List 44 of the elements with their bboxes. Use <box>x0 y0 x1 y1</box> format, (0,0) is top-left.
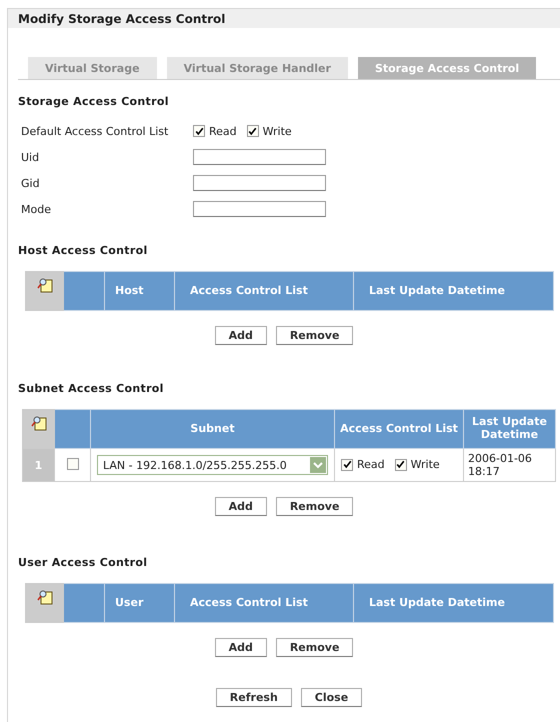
checkbox[interactable] <box>341 458 353 470</box>
field-label: Mode <box>21 202 52 216</box>
field-label: Uid <box>21 150 40 164</box>
checkbox-label: Read <box>357 458 385 471</box>
text-field[interactable] <box>193 149 326 165</box>
column-header: Host <box>115 284 144 297</box>
section-heading: Storage Access Control <box>18 95 170 108</box>
checkbox-label: Write <box>262 124 292 138</box>
search-note-icon[interactable] <box>36 277 52 293</box>
section-heading: Subnet Access Control <box>18 382 165 395</box>
checkbox[interactable] <box>193 125 205 137</box>
table-cell: 2006-01-06 18:17 <box>468 452 532 478</box>
section-heading: Host Access Control <box>18 244 149 257</box>
field-label: Default Access Control List <box>21 124 170 138</box>
window-title: Modify Storage Access Control <box>18 12 226 26</box>
column-header: Last Update Datetime <box>369 284 505 297</box>
column-header: Last Update Datetime <box>472 415 547 441</box>
table-action-button[interactable]: Remove <box>276 326 354 345</box>
table-action-button[interactable]: Add <box>214 326 267 345</box>
row-number: 1 <box>34 458 42 472</box>
search-note-icon[interactable] <box>36 589 52 605</box>
checkbox-label: Write <box>410 458 440 471</box>
table-action-button[interactable]: Add <box>214 638 267 657</box>
text-field[interactable] <box>193 175 326 191</box>
column-header: Last Update Datetime <box>369 596 505 609</box>
text-field[interactable] <box>193 201 326 217</box>
search-note-icon[interactable] <box>30 415 46 431</box>
column-header: Access Control List <box>190 284 308 297</box>
column-header: Subnet <box>190 422 235 435</box>
checkbox[interactable] <box>394 458 407 470</box>
column-header: Access Control List <box>340 422 458 435</box>
table-action-button[interactable]: Remove <box>276 497 354 516</box>
checkbox[interactable] <box>66 458 78 470</box>
column-header: Access Control List <box>190 596 308 609</box>
dialog-button[interactable]: Close <box>300 688 362 707</box>
table-action-button[interactable]: Remove <box>276 638 354 657</box>
checkbox[interactable] <box>246 125 259 137</box>
dialog-button[interactable]: Refresh <box>216 688 292 707</box>
checkbox-label: Read <box>209 124 237 138</box>
field-label: Gid <box>21 176 41 190</box>
column-header: User <box>115 596 144 609</box>
subnet-dropdown[interactable]: LAN - 192.168.1.0/255.255.255.0 <box>97 455 328 475</box>
section-heading: User Access Control <box>18 556 148 569</box>
table-action-button[interactable]: Add <box>214 497 267 516</box>
